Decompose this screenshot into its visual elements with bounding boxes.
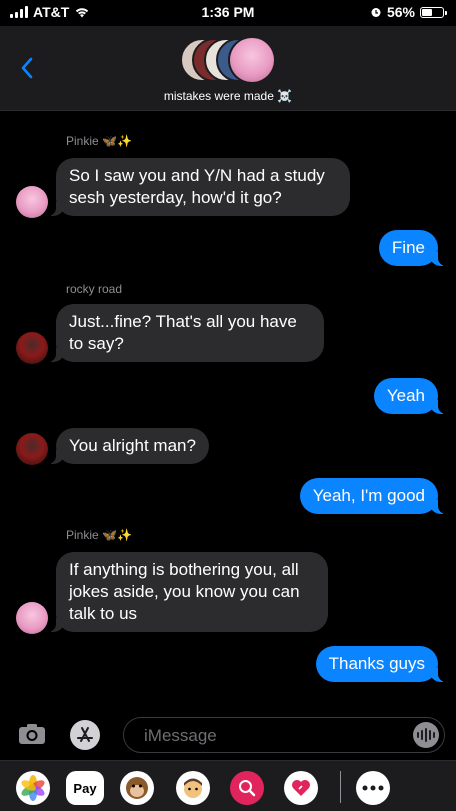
photos-icon[interactable] xyxy=(16,771,50,805)
avatar[interactable] xyxy=(16,332,48,364)
incoming-message[interactable]: Just...fine? That's all you have to say? xyxy=(46,304,324,362)
message-text: Thanks guys xyxy=(328,654,425,673)
group-name[interactable]: mistakes were made ☠️ xyxy=(0,89,456,103)
outgoing-message[interactable]: Yeah, I'm good xyxy=(299,478,449,514)
waveform-icon[interactable] xyxy=(413,722,439,748)
apple-pay-icon[interactable]: Pay xyxy=(66,771,104,805)
camera-icon[interactable] xyxy=(18,723,46,745)
input-placeholder: iMessage xyxy=(144,726,217,745)
message-text: Yeah, I'm good xyxy=(312,486,425,505)
chevron-left-icon[interactable] xyxy=(16,56,40,80)
message-text: If anything is bothering you, all jokes … xyxy=(69,560,300,623)
message-text: Fine xyxy=(391,238,425,257)
outgoing-message[interactable]: Yeah xyxy=(373,378,449,414)
app-drawer: Pay xyxy=(0,760,456,811)
memoji-icon[interactable] xyxy=(176,771,210,805)
apple-pay-label: Pay xyxy=(73,780,97,796)
incoming-message[interactable]: If anything is bothering you, all jokes … xyxy=(46,552,328,632)
avatar[interactable] xyxy=(16,186,48,218)
avatar xyxy=(228,36,276,84)
avatar[interactable] xyxy=(16,433,48,465)
message-text: Yeah xyxy=(386,386,425,405)
divider xyxy=(340,771,341,803)
outgoing-message[interactable]: Fine xyxy=(378,230,449,266)
monkey-animoji-icon[interactable] xyxy=(120,771,154,805)
sender-name: Pinkie 🦋✨ xyxy=(66,134,132,148)
sender-name: Pinkie 🦋✨ xyxy=(66,528,132,542)
composer-bar: iMessage xyxy=(0,710,456,760)
message-text: Just...fine? That's all you have to say? xyxy=(69,312,297,353)
battery-percent: 56% xyxy=(386,4,415,20)
battery-group: 56% xyxy=(370,4,447,20)
group-avatars[interactable] xyxy=(180,36,276,84)
incoming-message[interactable]: So I saw you and Y/N had a study sesh ye… xyxy=(46,158,350,216)
avatar[interactable] xyxy=(16,602,48,634)
message-input[interactable]: iMessage xyxy=(123,717,445,753)
message-text: You alright man? xyxy=(69,436,196,455)
sender-name: rocky road xyxy=(66,282,123,296)
incoming-message[interactable]: You alright man? xyxy=(46,428,209,464)
battery-icon xyxy=(420,6,447,18)
more-apps-icon[interactable] xyxy=(356,771,390,805)
status-bar: AT&T 1:36 PM 56% xyxy=(0,0,456,26)
alarm-icon xyxy=(371,8,381,17)
outgoing-message[interactable]: Thanks guys xyxy=(315,646,449,682)
app-store-icon[interactable] xyxy=(70,720,100,750)
digital-touch-icon[interactable] xyxy=(284,771,318,805)
message-text: So I saw you and Y/N had a study sesh ye… xyxy=(69,166,325,207)
image-search-icon[interactable] xyxy=(230,771,264,805)
conversation-header: mistakes were made ☠️ xyxy=(0,26,456,111)
message-thread: Pinkie 🦋✨ So I saw you and Y/N had a stu… xyxy=(0,110,456,710)
